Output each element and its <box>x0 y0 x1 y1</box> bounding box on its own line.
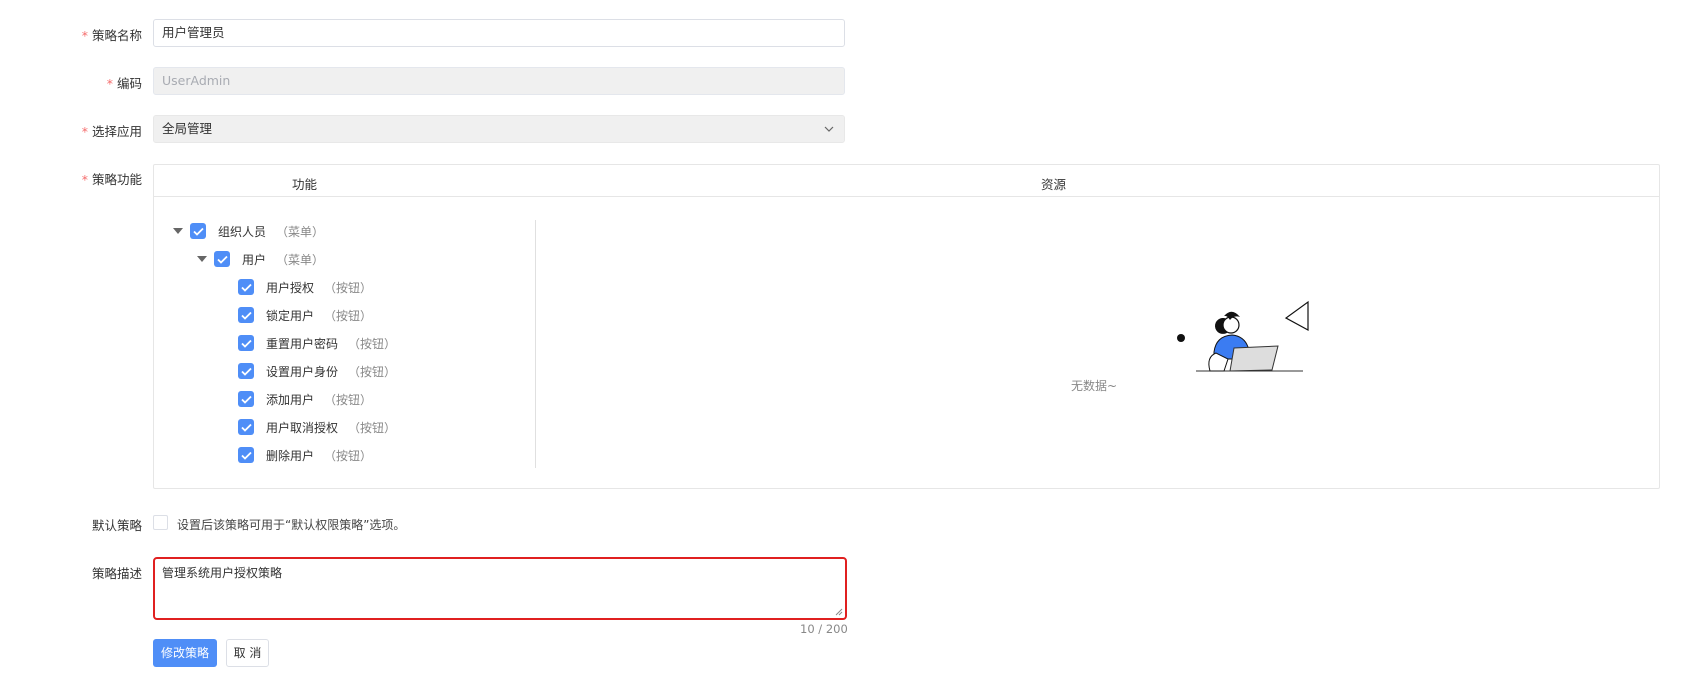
submit-button[interactable]: 修改策略 <box>153 639 217 667</box>
tree-node[interactable]: 重置用户密码 （按钮） <box>238 334 396 352</box>
description-label: 策略描述 <box>91 566 142 581</box>
feature-column-title: 功能 <box>292 177 318 192</box>
checkbox-checked-icon[interactable] <box>238 307 254 323</box>
tree-node[interactable]: 组织人员 （菜单） <box>173 222 324 240</box>
tree-node-type: （按钮） <box>348 336 397 351</box>
tree-node-label: 删除用户 <box>266 448 315 463</box>
tree-node-type: （按钮） <box>324 308 373 323</box>
tree-node-label: 重置用户密码 <box>266 336 339 351</box>
character-count: 10 / 200 <box>800 622 848 636</box>
default-policy-label: 默认策略 <box>91 518 142 533</box>
checkbox-checked-icon[interactable] <box>238 363 254 379</box>
code-input: UserAdmin <box>153 67 845 95</box>
checkbox-checked-icon[interactable] <box>190 223 206 239</box>
required-mark: * <box>81 172 88 187</box>
panel-header: 功能 资源 <box>154 165 1659 197</box>
caret-down-icon[interactable] <box>197 256 207 262</box>
required-mark: * <box>106 76 113 91</box>
tree-node-type: （按钮） <box>324 448 373 463</box>
resize-handle-icon[interactable] <box>835 608 843 616</box>
required-mark: * <box>81 124 88 139</box>
tree-node-label: 组织人员 <box>218 224 267 239</box>
tree-node-label: 锁定用户 <box>266 308 315 323</box>
tree-node-label: 用户 <box>242 252 267 267</box>
tree-node-type: （菜单） <box>276 252 325 267</box>
caret-down-icon[interactable] <box>173 228 183 234</box>
tree-node-type: （按钮） <box>324 280 373 295</box>
tree-node[interactable]: 用户 （菜单） <box>197 250 324 268</box>
checkbox-checked-icon[interactable] <box>238 391 254 407</box>
tree-node-type: （按钮） <box>324 392 373 407</box>
description-textarea[interactable]: 管理系统用户授权策略 <box>153 557 847 620</box>
checkbox-checked-icon[interactable] <box>238 279 254 295</box>
tree-node-label: 设置用户身份 <box>266 364 339 379</box>
tree-node[interactable]: 锁定用户 （按钮） <box>238 306 372 324</box>
checkbox-checked-icon[interactable] <box>214 251 230 267</box>
tree-node-type: （按钮） <box>348 420 397 435</box>
tree-node-label: 添加用户 <box>266 392 315 407</box>
default-policy-hint: 设置后该策略可用于“默认权限策略”选项。 <box>177 518 406 532</box>
tree-node[interactable]: 删除用户 （按钮） <box>238 446 372 464</box>
feature-tree: 组织人员 （菜单） 用户 （菜单） 用户授权 （按钮） 锁定用户 （按钮） 重置… <box>170 220 536 468</box>
required-mark: * <box>81 28 88 43</box>
chevron-down-icon <box>824 126 834 132</box>
tree-node[interactable]: 用户取消授权 （按钮） <box>238 418 396 436</box>
tree-node-label: 用户授权 <box>266 280 315 295</box>
checkbox-checked-icon[interactable] <box>238 419 254 435</box>
policy-name-label: * 策略名称 <box>81 28 142 43</box>
empty-state-text: 无数据~ <box>1071 379 1118 393</box>
app-select[interactable]: 全局管理 <box>153 115 845 143</box>
features-label: * 策略功能 <box>81 172 142 187</box>
resource-column-title: 资源 <box>1041 177 1067 192</box>
checkbox-checked-icon[interactable] <box>238 447 254 463</box>
tree-node[interactable]: 添加用户 （按钮） <box>238 390 372 408</box>
code-label: * 编码 <box>106 76 142 91</box>
checkbox-checked-icon[interactable] <box>238 335 254 351</box>
tree-node-label: 用户取消授权 <box>266 420 339 435</box>
default-policy-checkbox[interactable] <box>153 515 168 530</box>
feature-resource-panel: 功能 资源 组织人员 （菜单） 用户 （菜单） 用户授权 （按钮） 锁定用户 （… <box>153 164 1660 489</box>
tree-node-type: （按钮） <box>348 364 397 379</box>
tree-node-type: （菜单） <box>276 224 325 239</box>
policy-name-input[interactable]: 用户管理员 <box>153 19 845 47</box>
tree-node[interactable]: 用户授权 （按钮） <box>238 278 372 296</box>
cancel-button[interactable]: 取 消 <box>226 639 269 667</box>
app-select-label: * 选择应用 <box>81 124 142 139</box>
tree-node[interactable]: 设置用户身份 （按钮） <box>238 362 396 380</box>
